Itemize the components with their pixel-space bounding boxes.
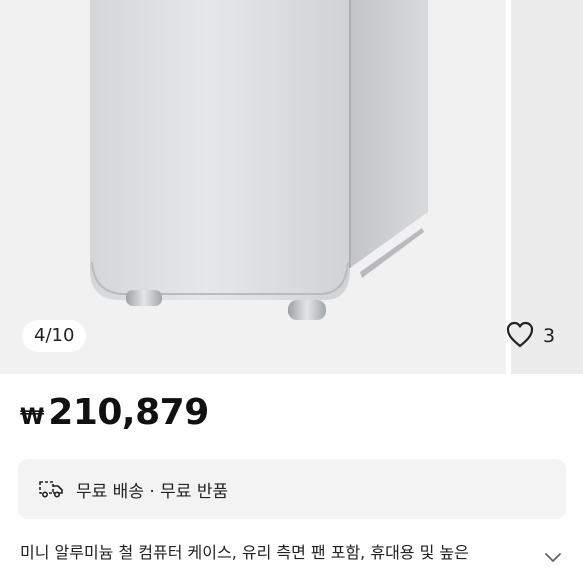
shipping-text: 무료 배송 · 무료 반품 <box>76 481 229 502</box>
image-gallery[interactable]: 4/10 3 <box>0 0 583 374</box>
chevron-down-icon[interactable] <box>543 550 563 569</box>
truck-icon <box>38 479 64 499</box>
currency-symbol: ₩ <box>20 405 45 430</box>
heart-icon <box>505 320 535 352</box>
like-button[interactable]: 3 <box>505 318 573 354</box>
gallery-slide-current[interactable]: 4/10 <box>0 0 506 374</box>
product-title: 미니 알루미늄 철 컴퓨터 케이스, 유리 측면 팬 포함, 휴대용 및 높은 <box>20 543 469 562</box>
product-image <box>90 0 428 320</box>
like-count: 3 <box>543 325 556 347</box>
shipping-info: 무료 배송 · 무료 반품 <box>18 459 566 519</box>
image-counter: 4/10 <box>22 320 87 352</box>
price: ₩ 210,879 <box>20 392 209 436</box>
price-amount: 210,879 <box>48 392 209 433</box>
